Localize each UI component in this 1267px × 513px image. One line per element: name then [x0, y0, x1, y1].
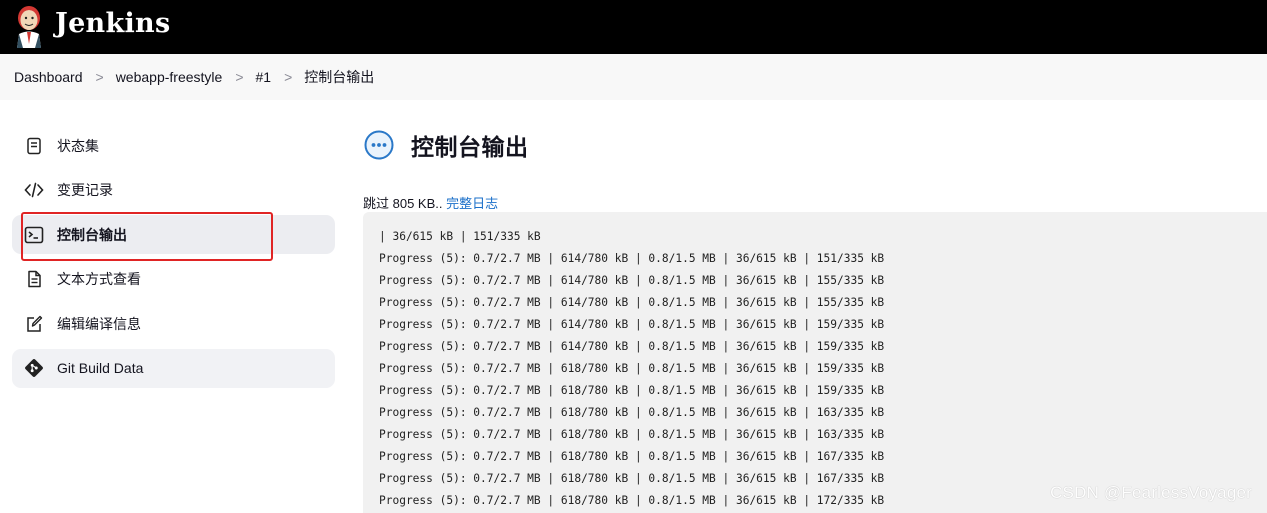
console-line: Progress (5): 0.7/2.7 MB | 618/780 kB | … — [379, 428, 885, 441]
sidebar: 状态集 变更记录 控制台输出 文本方式查看 编辑编译信息 Git Build D… — [12, 126, 335, 393]
console-line: Progress (5): 0.7/2.7 MB | 614/780 kB | … — [379, 252, 885, 265]
page-title-row: 控制台输出 — [363, 128, 529, 162]
sidebar-item-edit-build-info[interactable]: 编辑编译信息 — [12, 304, 335, 343]
sidebar-item-changes[interactable]: 变更记录 — [12, 171, 335, 210]
page-title: 控制台输出 — [411, 134, 529, 160]
sidebar-item-console[interactable]: 控制台输出 — [12, 215, 335, 254]
chevron-right-icon: > — [235, 69, 244, 85]
chevron-right-icon: > — [284, 69, 293, 85]
terminal-icon — [24, 225, 44, 245]
sidebar-item-status[interactable]: 状态集 — [12, 126, 335, 165]
edit-icon — [24, 314, 44, 334]
console-line: Progress (5): 0.7/2.7 MB | 618/780 kB | … — [379, 362, 885, 375]
console-output[interactable]: | 36/615 kB | 151/335 kB Progress (5): 0.… — [363, 212, 1267, 513]
console-line: Progress (5): 0.7/2.7 MB | 614/780 kB | … — [379, 274, 885, 287]
breadcrumb-build[interactable]: #1 — [256, 69, 272, 85]
breadcrumb-console[interactable]: 控制台输出 — [304, 67, 374, 87]
console-line: Progress (5): 0.7/2.7 MB | 614/780 kB | … — [379, 340, 885, 353]
text-file-icon — [24, 269, 44, 289]
sidebar-item-label: 编辑编译信息 — [57, 315, 141, 332]
skipped-log-notice: 跳过 805 KB.. 完整日志 — [363, 193, 498, 212]
ellipsis-circle-icon — [363, 129, 395, 161]
console-line: | 36/615 kB | 151/335 kB — [379, 230, 541, 243]
watermark-text: CSDN @FearlessVoyager — [1050, 483, 1252, 502]
breadcrumb: Dashboard > webapp-freestyle > #1 > 控制台输… — [0, 54, 1267, 100]
app-name[interactable]: Jenkins — [55, 8, 170, 39]
breadcrumb-job[interactable]: webapp-freestyle — [116, 69, 223, 85]
git-icon — [24, 358, 44, 378]
sidebar-item-label: 控制台输出 — [57, 226, 127, 243]
sidebar-item-git-build-data[interactable]: Git Build Data — [12, 348, 335, 388]
code-icon — [24, 180, 44, 200]
chevron-right-icon: > — [95, 69, 104, 85]
sidebar-item-label: 状态集 — [57, 137, 99, 154]
sidebar-item-plain-text[interactable]: 文本方式查看 — [12, 260, 335, 299]
console-line: Progress (5): 0.7/2.7 MB | 618/780 kB | … — [379, 384, 885, 397]
console-line: Progress (5): 0.7/2.7 MB | 614/780 kB | … — [379, 296, 885, 309]
sidebar-item-label: Git Build Data — [57, 360, 144, 376]
sidebar-item-label: 文本方式查看 — [57, 271, 141, 287]
console-line: Progress (5): 0.7/2.7 MB | 614/780 kB | … — [379, 318, 885, 331]
breadcrumb-dashboard[interactable]: Dashboard — [14, 69, 83, 85]
full-log-link[interactable]: 完整日志 — [446, 196, 498, 211]
skipped-size-text: 跳过 805 KB.. — [363, 196, 447, 211]
console-line: Progress (5): 0.7/2.7 MB | 618/780 kB | … — [379, 406, 885, 419]
document-icon — [24, 136, 44, 156]
top-header: Jenkins — [0, 0, 1267, 54]
jenkins-logo-icon[interactable] — [13, 4, 45, 48]
console-line: Progress (5): 0.7/2.7 MB | 618/780 kB | … — [379, 450, 885, 463]
sidebar-item-label: 变更记录 — [57, 182, 113, 198]
